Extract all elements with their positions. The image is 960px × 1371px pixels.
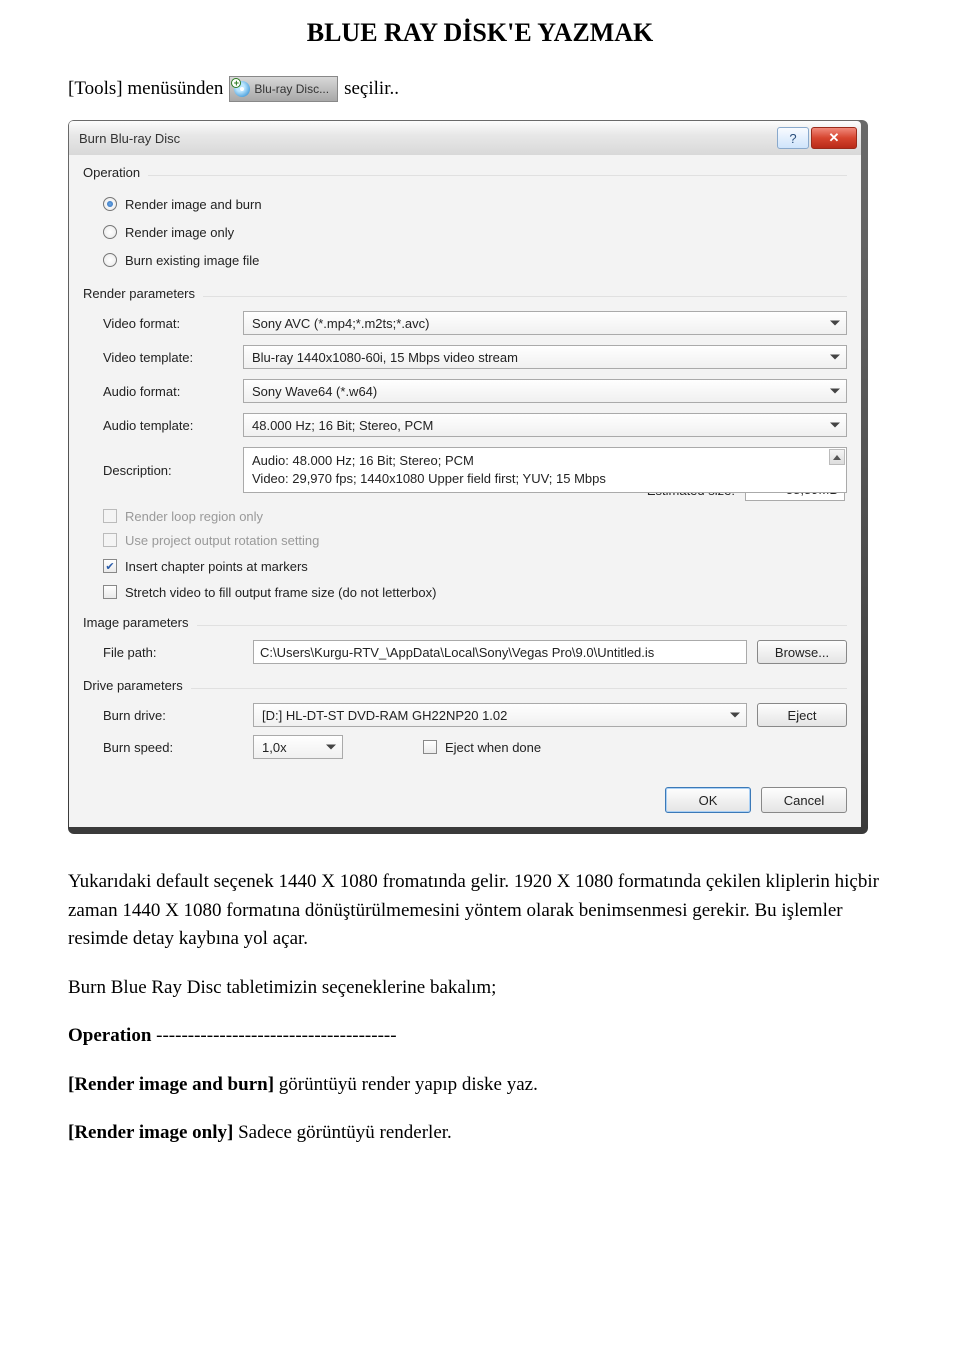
bluray-menu-button: + Blu-ray Disc... — [229, 76, 338, 102]
burn-speed-value: 1,0x — [262, 740, 287, 755]
close-button[interactable]: ✕ — [811, 127, 857, 149]
image-params-group: Image parameters — [83, 615, 847, 630]
post-p3: Operation ------------------------------… — [68, 1022, 892, 1051]
video-template-label: Video template: — [103, 350, 243, 365]
image-legend: Image parameters — [83, 615, 197, 630]
radio-render-and-burn[interactable]: Render image and burn — [103, 190, 847, 218]
drive-params-group: Drive parameters — [83, 678, 847, 693]
post-p4: [Render image and burn] görüntüyü render… — [68, 1071, 892, 1100]
file-path-value: C:\Users\Kurgu-RTV_\AppData\Local\Sony\V… — [260, 645, 654, 660]
scroll-up-icon[interactable] — [829, 449, 845, 465]
menu-button-label: Blu-ray Disc... — [254, 82, 329, 96]
check-stretch-video-label: Stretch video to fill output frame size … — [125, 585, 436, 600]
browse-button[interactable]: Browse... — [757, 640, 847, 664]
radio-icon — [103, 225, 117, 239]
intro-line: [Tools] menüsünden + Blu-ray Disc... seç… — [68, 76, 960, 102]
help-button[interactable]: ? — [777, 127, 809, 149]
check-eject-when-done[interactable] — [423, 740, 437, 754]
disc-icon: + — [234, 81, 250, 97]
burn-drive-label: Burn drive: — [103, 708, 243, 723]
eject-button[interactable]: Eject — [757, 703, 847, 727]
chevron-down-icon — [830, 321, 840, 326]
file-path-label: File path: — [103, 645, 243, 660]
intro-prefix: [Tools] menüsünden — [68, 78, 223, 100]
description-line2: Video: 29,970 fps; 1440x1080 Upper field… — [252, 470, 828, 488]
video-format-value: Sony AVC (*.mp4;*.m2ts;*.avc) — [252, 316, 430, 331]
post-text: Yukarıdaki default seçenek 1440 X 1080 f… — [68, 868, 892, 1148]
burn-speed-select[interactable]: 1,0x — [253, 735, 343, 759]
radio-label: Render image and burn — [125, 197, 262, 212]
audio-format-value: Sony Wave64 (*.w64) — [252, 384, 377, 399]
post-p2: Burn Blue Ray Disc tabletimizin seçenekl… — [68, 974, 892, 1003]
audio-template-select[interactable]: 48.000 Hz; 16 Bit; Stereo, PCM — [243, 413, 847, 437]
radio-icon — [103, 197, 117, 211]
burn-speed-label: Burn speed: — [103, 740, 243, 755]
cancel-button[interactable]: Cancel — [761, 787, 847, 813]
video-template-select[interactable]: Blu-ray 1440x1080-60i, 15 Mbps video str… — [243, 345, 847, 369]
chevron-down-icon — [830, 389, 840, 394]
render-legend: Render parameters — [83, 286, 203, 301]
operation-group: Operation — [83, 165, 847, 180]
check-rotation — [103, 533, 117, 547]
burn-drive-select[interactable]: [D:] HL-DT-ST DVD-RAM GH22NP20 1.02 — [253, 703, 747, 727]
audio-format-label: Audio format: — [103, 384, 243, 399]
radio-render-only[interactable]: Render image only — [103, 218, 847, 246]
check-loop-region-label: Render loop region only — [125, 509, 263, 524]
page-title: BLUE RAY DİSK'E YAZMAK — [0, 18, 960, 48]
ok-button[interactable]: OK — [665, 787, 751, 813]
check-loop-region — [103, 509, 117, 523]
audio-template-label: Audio template: — [103, 418, 243, 433]
description-box[interactable]: Audio: 48.000 Hz; 16 Bit; Stereo; PCM Vi… — [243, 447, 847, 493]
burn-drive-value: [D:] HL-DT-ST DVD-RAM GH22NP20 1.02 — [262, 708, 507, 723]
post-p5: [Render image only] Sadece görüntüyü ren… — [68, 1119, 892, 1148]
post-p1: Yukarıdaki default seçenek 1440 X 1080 f… — [68, 868, 892, 954]
video-format-select[interactable]: Sony AVC (*.mp4;*.m2ts;*.avc) — [243, 311, 847, 335]
operation-legend: Operation — [83, 165, 148, 180]
dialog-title: Burn Blu-ray Disc — [79, 131, 180, 146]
dialog-titlebar: Burn Blu-ray Disc ? ✕ — [69, 121, 861, 155]
burn-dialog: Burn Blu-ray Disc ? ✕ Operation Render i… — [68, 120, 868, 834]
check-chapter-points[interactable] — [103, 559, 117, 573]
radio-icon — [103, 253, 117, 267]
description-line1: Audio: 48.000 Hz; 16 Bit; Stereo; PCM — [252, 452, 828, 470]
file-path-input[interactable]: C:\Users\Kurgu-RTV_\AppData\Local\Sony\V… — [253, 640, 747, 664]
check-rotation-label: Use project output rotation setting — [125, 533, 319, 548]
radio-burn-existing[interactable]: Burn existing image file — [103, 246, 847, 274]
video-template-value: Blu-ray 1440x1080-60i, 15 Mbps video str… — [252, 350, 518, 365]
video-format-label: Video format: — [103, 316, 243, 331]
radio-label: Burn existing image file — [125, 253, 259, 268]
drive-legend: Drive parameters — [83, 678, 191, 693]
audio-template-value: 48.000 Hz; 16 Bit; Stereo, PCM — [252, 418, 433, 433]
check-chapter-points-label: Insert chapter points at markers — [125, 559, 308, 574]
chevron-down-icon — [830, 423, 840, 428]
intro-suffix: seçilir.. — [344, 78, 399, 100]
radio-label: Render image only — [125, 225, 234, 240]
render-params-group: Render parameters — [83, 286, 847, 301]
chevron-down-icon — [730, 713, 740, 718]
check-stretch-video[interactable] — [103, 585, 117, 599]
audio-format-select[interactable]: Sony Wave64 (*.w64) — [243, 379, 847, 403]
description-label: Description: — [103, 463, 243, 478]
chevron-down-icon — [326, 745, 336, 750]
check-eject-when-done-label: Eject when done — [445, 740, 541, 755]
chevron-down-icon — [830, 355, 840, 360]
